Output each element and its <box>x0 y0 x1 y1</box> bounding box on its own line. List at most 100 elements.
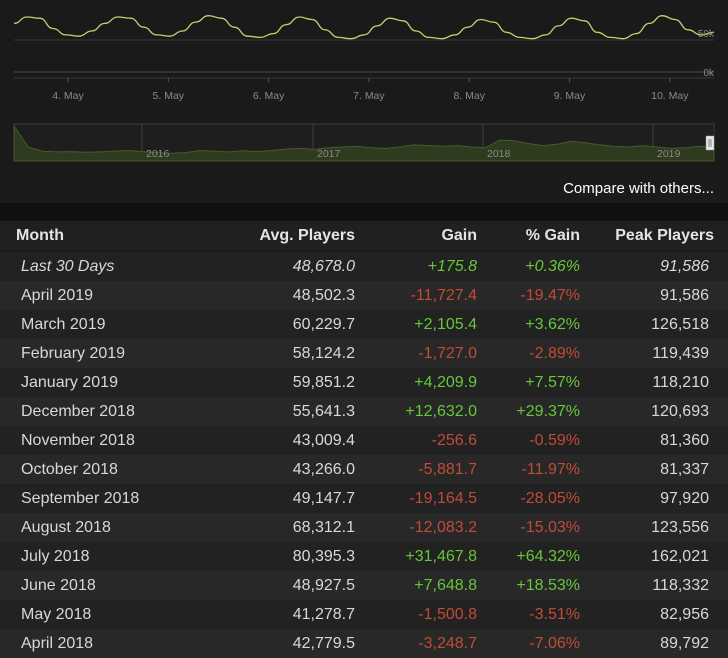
peak-players-cell: 119,439 <box>580 339 728 368</box>
gain-cell: +31,467.8 <box>355 542 477 571</box>
main-y-tick-label: 0k <box>703 68 715 79</box>
main-x-tick-label: 8. May <box>453 90 485 102</box>
percent-gain-cell: +7.57% <box>477 368 580 397</box>
peak-players-cell: 82,956 <box>580 600 728 629</box>
avg-players-cell: 55,641.3 <box>214 397 355 426</box>
percent-gain-cell: -11.97% <box>477 455 580 484</box>
percent-gain-cell: -3.51% <box>477 600 580 629</box>
section-divider <box>0 203 728 221</box>
table-row: Last 30 Days 48,678.0 +175.8 +0.36% 91,586 <box>0 251 728 281</box>
month-cell: March 2019 <box>0 310 214 339</box>
percent-gain-cell: +3.62% <box>477 310 580 339</box>
table-row: June 2018 48,927.5 +7,648.8 +18.53% 118,332 <box>0 571 728 600</box>
month-cell: October 2018 <box>0 455 214 484</box>
percent-gain-cell: -19.47% <box>477 281 580 310</box>
table-row: January 2019 59,851.2 +4,209.9 +7.57% 118,21… <box>0 368 728 397</box>
percent-gain-cell: -2.89% <box>477 339 580 368</box>
avg-players-cell: 68,312.1 <box>214 513 355 542</box>
gain-cell: -1,500.8 <box>355 600 477 629</box>
month-cell: May 2018 <box>0 600 214 629</box>
month-cell: January 2019 <box>0 368 214 397</box>
percent-gain-cell: +29.37% <box>477 397 580 426</box>
gain-cell: +7,648.8 <box>355 571 477 600</box>
avg-players-cell: 43,009.4 <box>214 426 355 455</box>
avg-players-cell: 43,266.0 <box>214 455 355 484</box>
percent-gain-cell: +64.32% <box>477 542 580 571</box>
avg-players-cell: 58,124.2 <box>214 339 355 368</box>
month-cell: August 2018 <box>0 513 214 542</box>
month-cell: February 2019 <box>0 339 214 368</box>
navigator-year-label: 2019 <box>657 148 681 160</box>
avg-players-cell: 48,927.5 <box>214 571 355 600</box>
monthly-stats-table: Month Avg. Players Gain % Gain Peak Play… <box>0 221 728 658</box>
peak-players-cell: 126,518 <box>580 310 728 339</box>
peak-players-cell: 162,021 <box>580 542 728 571</box>
avg-players-cell: 60,229.7 <box>214 310 355 339</box>
gain-cell: -256.6 <box>355 426 477 455</box>
gain-cell: -1,727.0 <box>355 339 477 368</box>
table-row: September 2018 49,147.7 -19,164.5 -28.05% 97… <box>0 484 728 513</box>
peak-players-cell: 118,332 <box>580 571 728 600</box>
percent-gain-cell: -0.59% <box>477 426 580 455</box>
month-cell: April 2018 <box>0 629 214 658</box>
table-row: November 2018 43,009.4 -256.6 -0.59% 81,360 <box>0 426 728 455</box>
gain-cell: +2,105.4 <box>355 310 477 339</box>
main-x-tick-label: 7. May <box>353 90 385 102</box>
month-cell: April 2019 <box>0 281 214 310</box>
chart-svg: 4. May 5. May 6. May 7. May 8. May 9. May 10. … <box>13 8 715 162</box>
peak-players-cell: 81,360 <box>580 426 728 455</box>
gain-cell: -19,164.5 <box>355 484 477 513</box>
gain-cell: +12,632.0 <box>355 397 477 426</box>
header-percent-gain[interactable]: % Gain <box>477 221 580 252</box>
peak-players-cell: 81,337 <box>580 455 728 484</box>
table-row: October 2018 43,266.0 -5,881.7 -11.97% 81,33… <box>0 455 728 484</box>
gain-cell: -3,248.7 <box>355 629 477 658</box>
avg-players-cell: 41,278.7 <box>214 600 355 629</box>
month-cell: September 2018 <box>0 484 214 513</box>
peak-players-cell: 120,693 <box>580 397 728 426</box>
avg-players-cell: 49,147.7 <box>214 484 355 513</box>
navigator-year-label: 2017 <box>317 148 341 160</box>
main-y-tick-label: 50k <box>698 29 715 40</box>
compare-with-others-link[interactable]: Compare with others... <box>563 180 714 197</box>
peak-players-cell: 91,586 <box>580 251 728 281</box>
navigator-handle[interactable] <box>705 135 715 151</box>
header-gain[interactable]: Gain <box>355 221 477 252</box>
month-cell: November 2018 <box>0 426 214 455</box>
avg-players-cell: 80,395.3 <box>214 542 355 571</box>
peak-players-cell: 91,586 <box>580 281 728 310</box>
table-row: August 2018 68,312.1 -12,083.2 -15.03% 123,5… <box>0 513 728 542</box>
percent-gain-cell: +18.53% <box>477 571 580 600</box>
main-x-tick-label: 10. May <box>651 90 689 102</box>
header-month[interactable]: Month <box>0 221 214 252</box>
month-cell: June 2018 <box>0 571 214 600</box>
month-cell: July 2018 <box>0 542 214 571</box>
month-cell: December 2018 <box>0 397 214 426</box>
month-cell: Last 30 Days <box>0 251 214 281</box>
avg-players-cell: 42,779.5 <box>214 629 355 658</box>
gain-cell: +4,209.9 <box>355 368 477 397</box>
table-row: April 2018 42,779.5 -3,248.7 -7.06% 89,792 <box>0 629 728 658</box>
gain-cell: -5,881.7 <box>355 455 477 484</box>
avg-players-cell: 48,502.3 <box>214 281 355 310</box>
main-chart-grid <box>14 8 714 79</box>
avg-players-cell: 59,851.2 <box>214 368 355 397</box>
percent-gain-cell: -15.03% <box>477 513 580 542</box>
table-row: March 2019 60,229.7 +2,105.4 +3.62% 126,518 <box>0 310 728 339</box>
peak-players-cell: 123,556 <box>580 513 728 542</box>
avg-players-cell: 48,678.0 <box>214 251 355 281</box>
player-count-chart[interactable]: 4. May 5. May 6. May 7. May 8. May 9. May 10. … <box>0 0 728 172</box>
peak-players-cell: 118,210 <box>580 368 728 397</box>
navigator-year-label: 2018 <box>487 148 511 160</box>
navigator-year-label: 2016 <box>146 148 170 160</box>
main-x-tick-label: 9. May <box>554 90 586 102</box>
percent-gain-cell: +0.36% <box>477 251 580 281</box>
table-row: April 2019 48,502.3 -11,727.4 -19.47% 91,586 <box>0 281 728 310</box>
navigator[interactable]: 2016 2017 2018 2019 <box>13 123 715 162</box>
gain-cell: -11,727.4 <box>355 281 477 310</box>
table-row: May 2018 41,278.7 -1,500.8 -3.51% 82,956 <box>0 600 728 629</box>
peak-players-cell: 97,920 <box>580 484 728 513</box>
gain-cell: -12,083.2 <box>355 513 477 542</box>
header-avg-players[interactable]: Avg. Players <box>214 221 355 252</box>
header-peak-players[interactable]: Peak Players <box>580 221 728 252</box>
